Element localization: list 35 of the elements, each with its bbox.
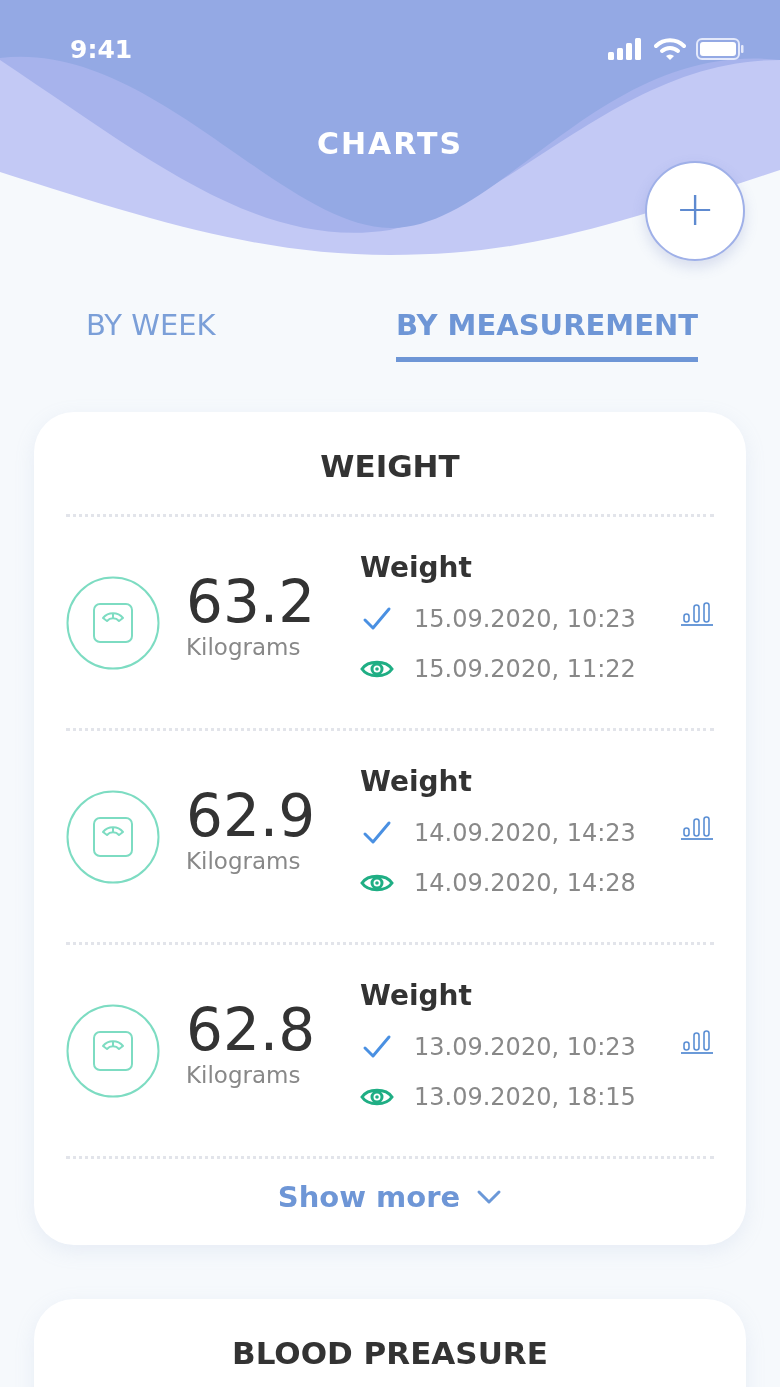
timestamp: 14.09.2020, 14:28 xyxy=(414,869,636,897)
chevron-down-icon xyxy=(476,1189,503,1205)
measurement-name: Weight xyxy=(360,765,473,798)
signal-icon xyxy=(608,38,644,60)
timestamp: 13.09.2020, 10:23 xyxy=(414,1033,636,1061)
card-title: WEIGHT xyxy=(319,448,461,484)
measurement-unit: Kilograms xyxy=(186,634,302,661)
timestamp: 13.09.2020, 18:15 xyxy=(414,1083,636,1111)
eye-icon xyxy=(360,872,394,894)
bar-chart-icon[interactable] xyxy=(680,813,714,840)
show-more-link[interactable]: Show more xyxy=(271,1179,509,1215)
measurement-name: Weight xyxy=(360,979,473,1012)
eye-icon xyxy=(360,1086,394,1108)
timestamp: 14.09.2020, 14:23 xyxy=(414,819,636,847)
tab[interactable]: BY MEASUREMENT xyxy=(395,304,698,362)
scale-icon xyxy=(66,1003,160,1098)
scale-icon xyxy=(66,789,160,884)
measurement-unit: Kilograms xyxy=(186,848,302,875)
status-time: 9:41 xyxy=(70,34,133,64)
eye-icon xyxy=(360,658,394,680)
battery-icon xyxy=(696,38,744,60)
timestamp: 15.09.2020, 11:22 xyxy=(414,655,636,683)
measurement-unit: Kilograms xyxy=(186,1062,302,1089)
measurement-name: Weight xyxy=(360,551,473,584)
bar-chart-icon[interactable] xyxy=(680,599,714,626)
screen-title: CHARTS xyxy=(315,126,465,161)
measurement-value: 62.8 xyxy=(186,998,317,1063)
card-title: BLOOD PREASURE xyxy=(231,1335,549,1371)
wifi-icon xyxy=(654,38,686,60)
measurement-value: 62.9 xyxy=(186,784,317,849)
timestamp: 15.09.2020, 10:23 xyxy=(414,605,636,633)
tab[interactable]: BY WEEK xyxy=(86,304,216,362)
scale-icon xyxy=(66,575,160,670)
bar-chart-icon[interactable] xyxy=(680,1027,714,1054)
measurement-value: 63.2 xyxy=(186,570,317,635)
